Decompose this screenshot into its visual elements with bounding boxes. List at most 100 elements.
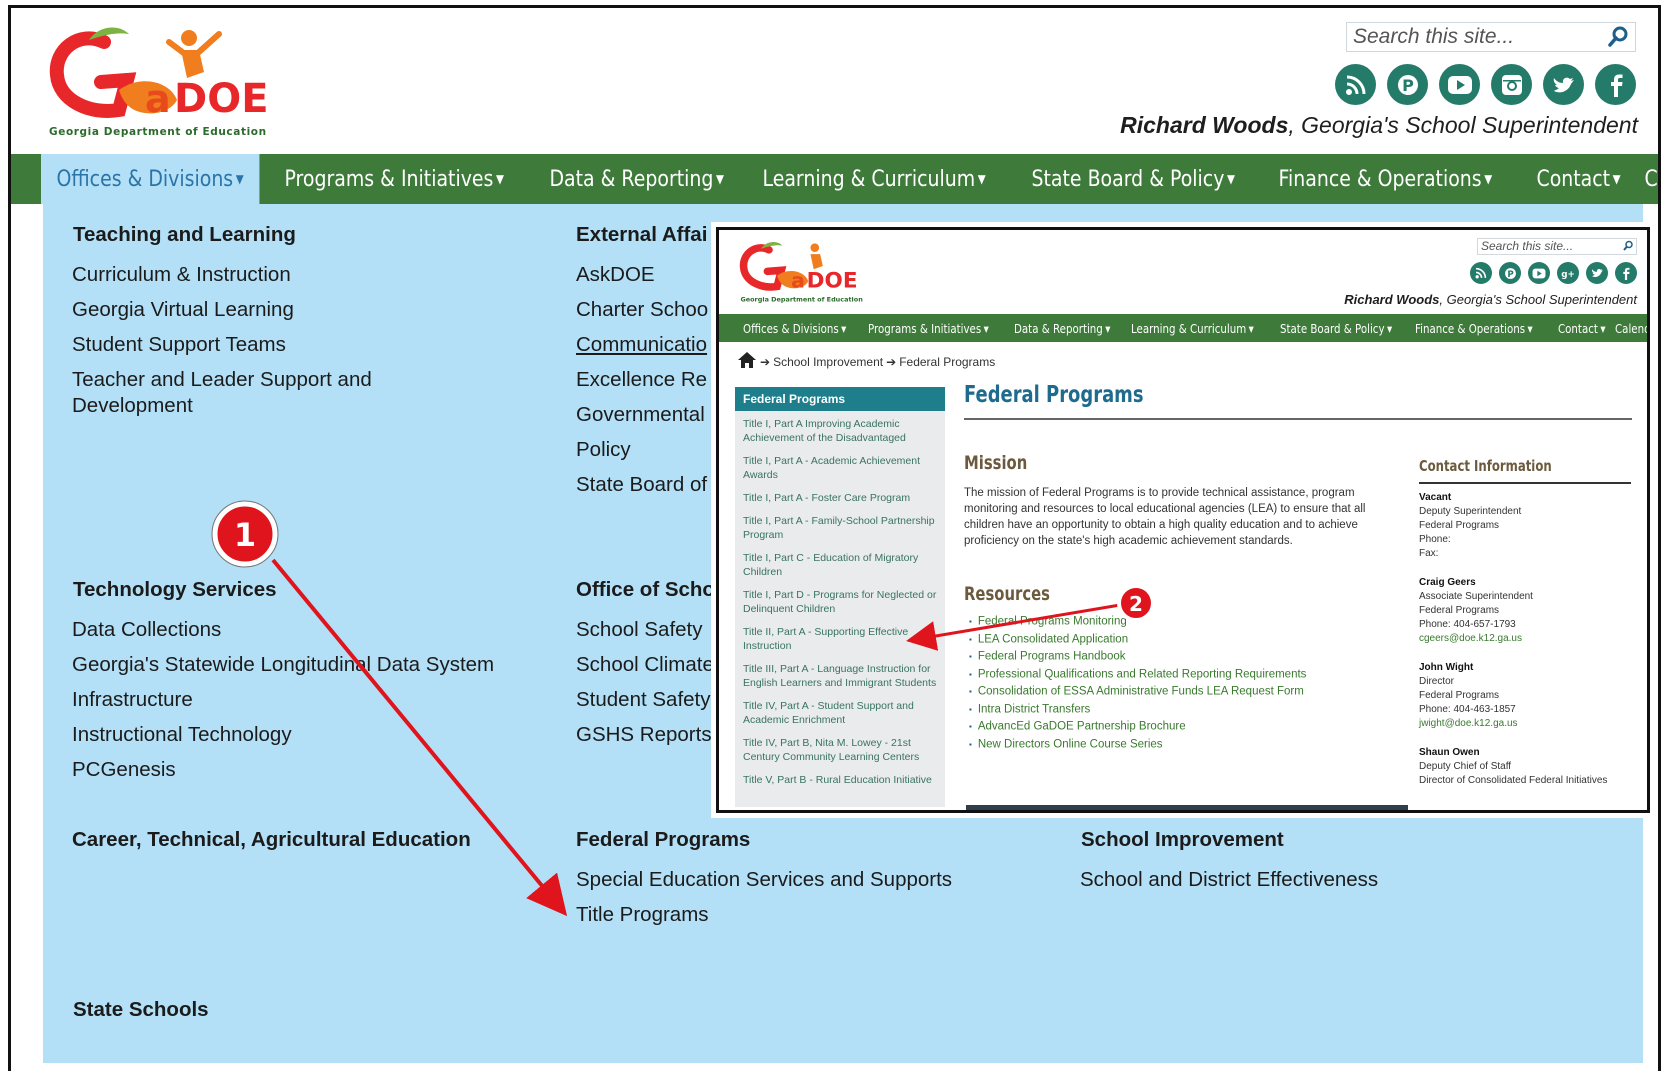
svg-text:P: P <box>1507 269 1513 279</box>
nav-contact[interactable]: Contact ▼ <box>1521 154 1636 204</box>
main-nav: Offices & Divisions ▼ Programs & Initiati… <box>11 154 1658 204</box>
instagram-icon[interactable] <box>1491 64 1532 105</box>
inset-resources-heading: Resources <box>964 583 1050 605</box>
inset-nav-finance: Finance & Operations ▾ <box>1415 320 1533 336</box>
inset-facebook-icon <box>1615 262 1637 284</box>
inset-search-icon <box>1622 240 1634 256</box>
link-school-climate[interactable]: School Climate <box>576 652 714 678</box>
nav-offices-divisions[interactable]: Offices & Divisions ▼ <box>41 154 260 204</box>
rss-icon[interactable] <box>1335 64 1376 105</box>
link-school-district-effectiveness[interactable]: School and District Effectiveness <box>1080 867 1378 893</box>
link-special-education[interactable]: Special Education Services and Supports <box>576 867 952 893</box>
link-state-board[interactable]: State Board of <box>576 472 707 498</box>
heading-teaching-learning[interactable]: Teaching and Learning <box>73 223 296 247</box>
inset-nav-label: State Board & Policy <box>1279 320 1385 336</box>
superintendent-title: , Georgia's School Superintendent <box>1288 112 1638 138</box>
nav-programs-initiatives[interactable]: Programs & Initiatives ▼ <box>269 154 519 204</box>
inset-nav-data: Data & Reporting ▾ <box>1014 320 1111 336</box>
nav-label: Data & Reporting <box>549 166 714 192</box>
nav-state-board-policy[interactable]: State Board & Policy ▼ <box>1016 154 1250 204</box>
pinterest-icon[interactable]: P <box>1387 64 1428 105</box>
chevron-down-icon: ▼ <box>715 172 724 186</box>
link-governmental[interactable]: Governmental <box>576 402 705 428</box>
inset-sidebar-item: Title I, Part A Improving Academic Achie… <box>743 418 906 444</box>
link-policy[interactable]: Policy <box>576 437 631 463</box>
link-communications[interactable]: Communicatio <box>576 332 707 358</box>
inset-main-nav: Offices & Divisions ▾ Programs & Initiat… <box>719 314 1647 342</box>
link-gshs-reports[interactable]: GSHS Reports <box>576 722 712 748</box>
link-student-safety[interactable]: Student Safety <box>576 687 710 713</box>
link-charter-schools[interactable]: Charter Schoo <box>576 297 708 323</box>
nav-data-reporting[interactable]: Data & Reporting ▼ <box>534 154 739 204</box>
link-pcgenesis[interactable]: PCGenesis <box>72 757 176 783</box>
heading-state-schools[interactable]: State Schools <box>73 998 209 1022</box>
link-askdoe[interactable]: AskDOE <box>576 262 655 288</box>
inset-sidebar-item-title-ii: Title II, Part A - Supporting Effective … <box>743 626 909 652</box>
site-search[interactable] <box>1346 22 1636 52</box>
inset-sidebar-item: Title IV, Part A - Student Support and A… <box>743 700 914 726</box>
nav-calendar[interactable]: Calendar▼ <box>1629 154 1658 204</box>
link-teacher-leader-support[interactable]: Teacher and Leader Support and Developme… <box>72 367 392 419</box>
youtube-icon[interactable] <box>1439 64 1480 105</box>
svg-text:DOE: DOE <box>174 76 269 122</box>
inset-crumb-item: Federal Programs <box>899 354 996 369</box>
heading-technology-services[interactable]: Technology Services <box>73 578 277 602</box>
link-title-programs[interactable]: Title Programs <box>576 902 709 928</box>
svg-text:a: a <box>791 269 805 293</box>
inset-sidebar-item: Title I, Part D - Programs for Neglected… <box>743 589 937 615</box>
chevron-down-icon: ▼ <box>495 172 504 186</box>
inset-sidebar-item: Title I, Part C - Education of Migratory… <box>743 552 919 578</box>
link-excellence[interactable]: Excellence Re <box>576 367 707 393</box>
inset-rss-icon <box>1470 262 1492 284</box>
link-slds[interactable]: Georgia's Statewide Longitudinal Data Sy… <box>72 652 494 678</box>
nav-finance-operations[interactable]: Finance & Operations ▼ <box>1263 154 1508 204</box>
inset-gadoe-logo: a DOE Georgia Department of Education <box>739 238 869 308</box>
gadoe-logo[interactable]: a DOE Georgia Department of Education <box>49 20 289 138</box>
inset-resource-link: LEA Consolidated Application <box>969 631 1306 649</box>
contact-name: Vacant <box>1419 492 1452 503</box>
twitter-icon[interactable] <box>1543 64 1584 105</box>
link-data-collections[interactable]: Data Collections <box>72 617 221 643</box>
nav-label: Programs & Initiatives <box>284 166 494 192</box>
heading-external-affairs[interactable]: External Affai <box>576 223 707 247</box>
inset-resource-link: Consolidation of ESSA Administrative Fun… <box>969 683 1306 701</box>
search-icon[interactable] <box>1604 25 1632 49</box>
link-student-support-teams[interactable]: Student Support Teams <box>72 332 286 358</box>
inset-page-title: Federal Programs <box>964 382 1144 408</box>
inset-nav-calendar: Calendar ▾ <box>1614 320 1650 336</box>
browser-page: a DOE Georgia Department of Education P <box>8 5 1661 1071</box>
inset-contact-divider <box>1419 482 1631 484</box>
heading-federal-programs[interactable]: Federal Programs <box>576 828 750 852</box>
link-school-safety[interactable]: School Safety <box>576 617 703 643</box>
contact-name: Craig Geers <box>1419 577 1476 588</box>
link-georgia-virtual-learning[interactable]: Georgia Virtual Learning <box>72 297 294 323</box>
chevron-down-icon: ▼ <box>1612 172 1621 186</box>
inset-logo-caption: Georgia Department of Education <box>740 296 863 304</box>
link-curriculum-instruction[interactable]: Curriculum & Instruction <box>72 262 291 288</box>
link-infrastructure[interactable]: Infrastructure <box>72 687 193 713</box>
chevron-down-icon: ▼ <box>1484 172 1493 186</box>
nav-learning-curriculum[interactable]: Learning & Curriculum ▼ <box>747 154 1001 204</box>
inset-superintendent-title: , Georgia's School Superintendent <box>1439 292 1637 307</box>
contact-line: Phone: 404-463-1857 <box>1419 704 1516 715</box>
contact-email: jwight@doe.k12.ga.us <box>1419 718 1518 729</box>
nav-label: Learning & Curriculum <box>762 166 975 192</box>
inset-nav-offices: Offices & Divisions ▾ <box>743 320 847 336</box>
inset-nav-label: Offices & Divisions <box>743 320 839 336</box>
heading-ctae[interactable]: Career, Technical, Agricultural Educatio… <box>72 828 471 852</box>
chevron-down-icon: ▼ <box>1227 172 1236 186</box>
inset-sidebar-heading: Federal Programs <box>735 387 945 411</box>
link-instructional-technology[interactable]: Instructional Technology <box>72 722 292 748</box>
contact-line: Deputy Chief of Staff <box>1419 761 1512 772</box>
search-input[interactable] <box>1347 23 1597 51</box>
gadoe-logo-graphic: a DOE <box>49 27 269 122</box>
heading-school-improvement[interactable]: School Improvement <box>1081 828 1284 852</box>
contact-line: Fax: <box>1419 548 1439 559</box>
inset-mission-text: The mission of Federal Programs is to pr… <box>964 487 1366 547</box>
inset-nav-label: Calendar <box>1614 320 1650 336</box>
inset-youtube-icon <box>1528 262 1550 284</box>
heading-school-safety[interactable]: Office of Scho <box>576 578 715 602</box>
inset-title-divider <box>964 418 1632 420</box>
inset-resource-link: New Directors Online Course Series <box>969 736 1306 754</box>
facebook-icon[interactable] <box>1595 64 1636 105</box>
